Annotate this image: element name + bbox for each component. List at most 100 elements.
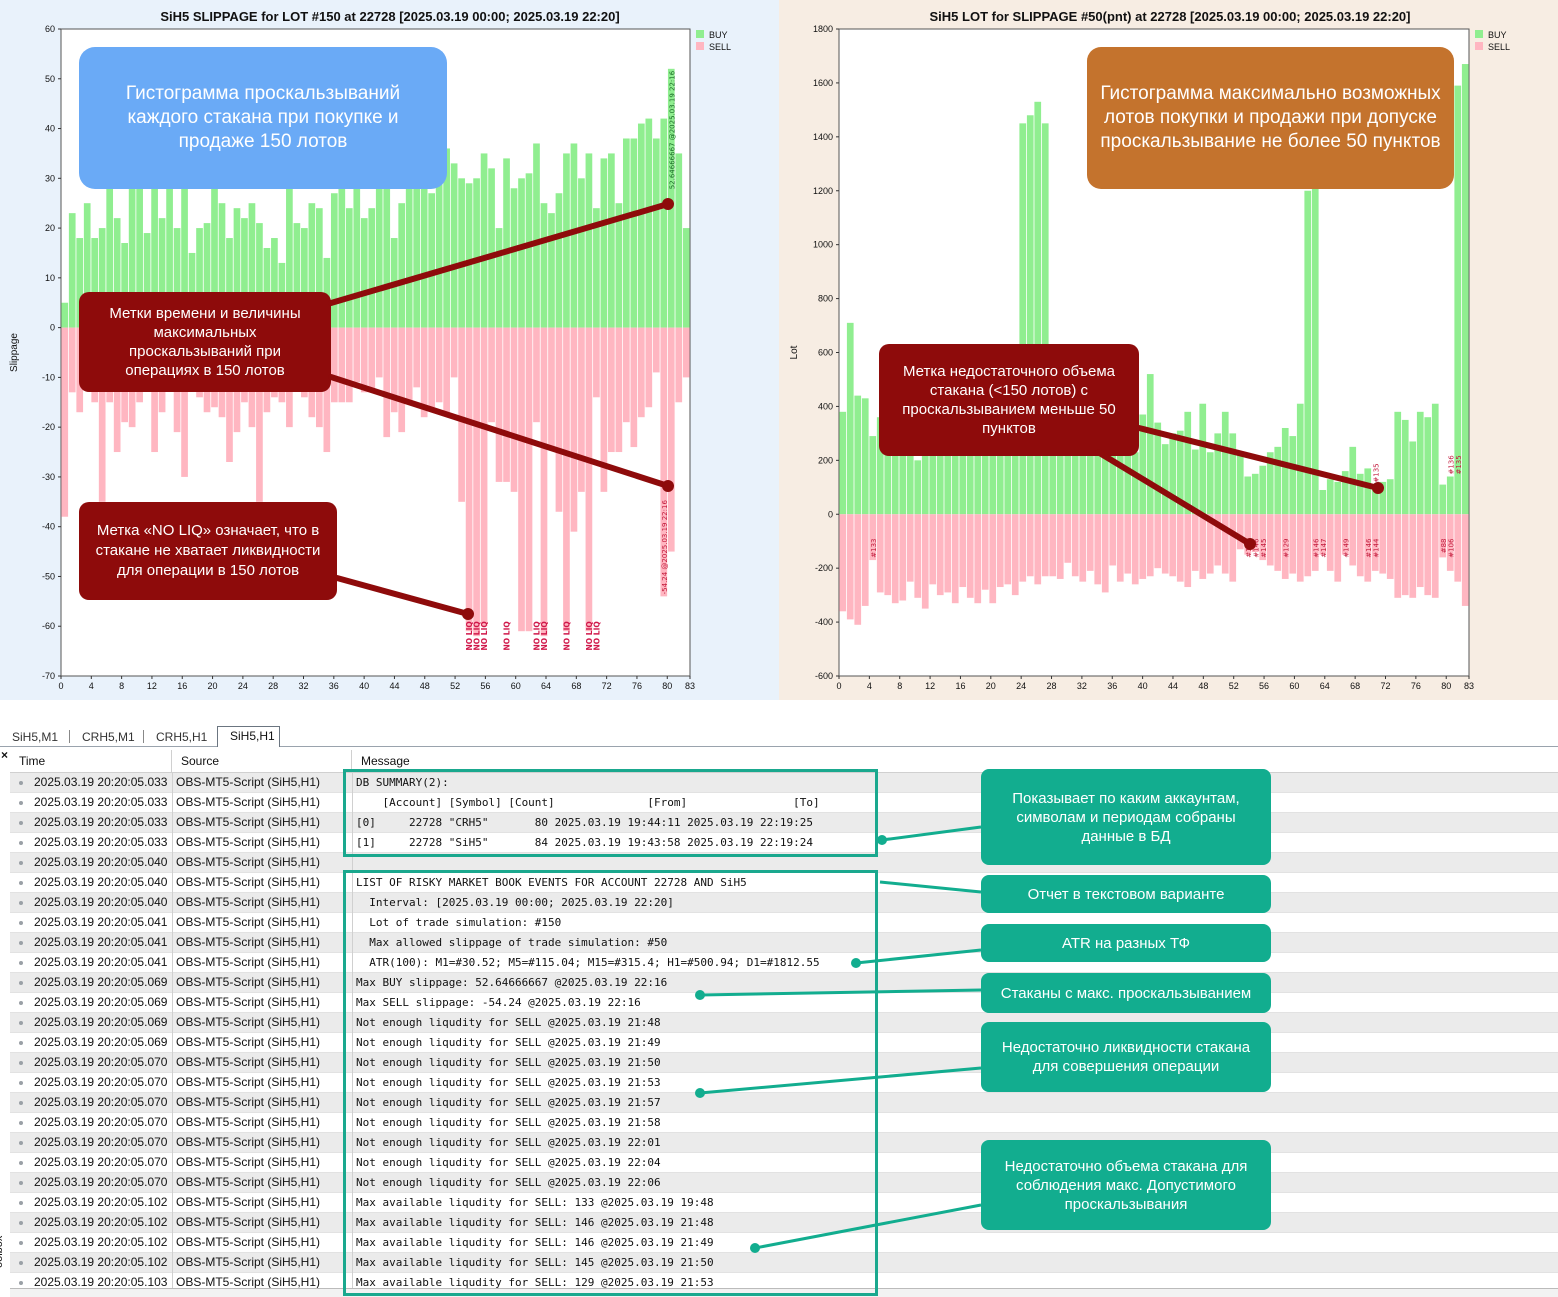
sell-bar (1289, 514, 1297, 574)
buy-bar (1191, 449, 1199, 515)
sell-bar (548, 327, 555, 448)
sell-bar (1041, 514, 1049, 577)
tab-crh5-h1[interactable]: CRH5,H1 (144, 728, 216, 746)
sell-bar (1131, 514, 1139, 585)
sell-bar (906, 514, 914, 582)
sell-bar (1116, 514, 1124, 582)
close-icon[interactable]: × (1, 748, 8, 762)
tab-sih5-h1[interactable]: SiH5,H1 (217, 726, 280, 747)
note-low-volume: Метка недостаточного объема стакана (<15… (879, 344, 1139, 456)
row-status-icon (19, 821, 23, 825)
x-tick-label: 56 (1259, 681, 1269, 691)
buy-bar (1131, 452, 1139, 515)
no-liq-label: NO LIQ (503, 621, 512, 650)
buy-bar (1221, 411, 1229, 515)
sell-bar (1229, 514, 1237, 582)
sell-bar (61, 327, 69, 517)
sell-bar (555, 327, 563, 512)
buy-bar (1446, 476, 1454, 515)
x-tick-label: 83 (1464, 681, 1474, 691)
y-tick-label: -600 (815, 671, 833, 681)
sell-bar (846, 514, 854, 620)
buy-bar (563, 153, 570, 328)
cell-time: 2025.03.19 20:20:05.070 (34, 1175, 168, 1189)
sell-bar (1139, 514, 1147, 579)
sell-bar (1169, 514, 1177, 577)
sell-bar (563, 327, 570, 632)
sell-bar (465, 327, 473, 632)
cell-time: 2025.03.19 20:20:05.040 (34, 875, 168, 889)
sell-lot-tag: #144 (1372, 538, 1380, 558)
y-tick-label: 1400 (813, 132, 833, 142)
row-status-icon (19, 1201, 23, 1205)
buy-bar (974, 452, 982, 515)
buy-bar (1439, 484, 1447, 515)
sell-bar (876, 514, 884, 593)
sell-bar (480, 327, 488, 627)
buy-bar (473, 178, 480, 328)
buy-bar (682, 228, 690, 328)
tab-sih5-m1[interactable]: SiH5,M1 (0, 728, 68, 746)
note-max-slippage-text: Стаканы с макс. проскальзыванием (1000, 984, 1252, 1002)
cell-source: OBS-MT5-Script (SiH5,H1) (176, 915, 321, 929)
sell-bar (1349, 514, 1357, 566)
sell-bar (375, 327, 383, 378)
y-tick-label: 1200 (813, 186, 833, 196)
tab-crh5-m1[interactable]: CRH5,M1 (70, 728, 142, 746)
buy-bar (1281, 427, 1289, 515)
charts-area: SiH5 SLIPPAGE for LOT #150 at 22728 [202… (0, 0, 1558, 700)
sell-bar (936, 514, 944, 596)
cell-time: 2025.03.19 20:20:05.033 (34, 815, 168, 829)
row-status-icon (19, 1021, 23, 1025)
cell-source: OBS-MT5-Script (SiH5,H1) (176, 1155, 321, 1169)
cell-time: 2025.03.19 20:20:05.069 (34, 975, 168, 989)
sell-bar (1221, 514, 1229, 574)
sell-bar (1049, 514, 1057, 577)
buy-bar (593, 208, 600, 328)
chart-tabs-bar: SiH5,M1 CRH5,M1 CRH5,H1 SiH5,H1 (0, 724, 1558, 747)
cell-time: 2025.03.19 20:20:05.102 (34, 1255, 168, 1269)
x-tick-label: 16 (177, 681, 187, 691)
sell-bar (383, 327, 391, 438)
cell-source: OBS-MT5-Script (SiH5,H1) (176, 1055, 321, 1069)
buy-bar (854, 395, 862, 515)
x-tick-label: 83 (685, 681, 695, 691)
column-header-source[interactable]: Source (172, 750, 352, 772)
sell-bar (899, 514, 907, 601)
x-tick-label: 68 (1350, 681, 1360, 691)
x-tick-label: 28 (1047, 681, 1057, 691)
cell-time: 2025.03.19 20:20:05.102 (34, 1215, 168, 1229)
buy-bar (525, 173, 533, 328)
highlight-db-summary (343, 769, 878, 857)
legend-label: SELL (1488, 42, 1510, 52)
cell-source: OBS-MT5-Script (SiH5,H1) (176, 1135, 321, 1149)
sell-bar (1026, 514, 1034, 577)
sell-bar (1011, 514, 1019, 596)
sell-bar (1266, 514, 1274, 566)
y-tick-label: -60 (42, 621, 55, 631)
y-tick-label: 600 (818, 348, 833, 358)
sell-bar (398, 327, 406, 433)
buy-bar (68, 213, 76, 328)
x-tick-label: 24 (1016, 681, 1026, 691)
x-tick-label: 16 (955, 681, 965, 691)
sell-bar (495, 327, 503, 482)
sell-bar (1071, 514, 1079, 577)
y-tick-label: 20 (45, 223, 55, 233)
sell-bar (1401, 514, 1409, 596)
cell-time: 2025.03.19 20:20:05.102 (34, 1195, 168, 1209)
buy-bar (330, 193, 338, 328)
buy-bar (1356, 473, 1364, 515)
sell-bar (1146, 514, 1154, 577)
buy-bar (1244, 476, 1252, 515)
column-header-time[interactable]: Time (10, 750, 172, 772)
sell-bar (608, 327, 615, 453)
buy-bar (450, 163, 458, 328)
row-status-icon (19, 1181, 23, 1185)
sell-bar (533, 327, 540, 423)
toolbox-label[interactable]: oolbox (0, 1236, 5, 1268)
legend-swatch (1475, 42, 1483, 50)
x-tick-label: 64 (541, 681, 551, 691)
sell-bar (488, 327, 495, 423)
buy-bar (368, 208, 376, 328)
